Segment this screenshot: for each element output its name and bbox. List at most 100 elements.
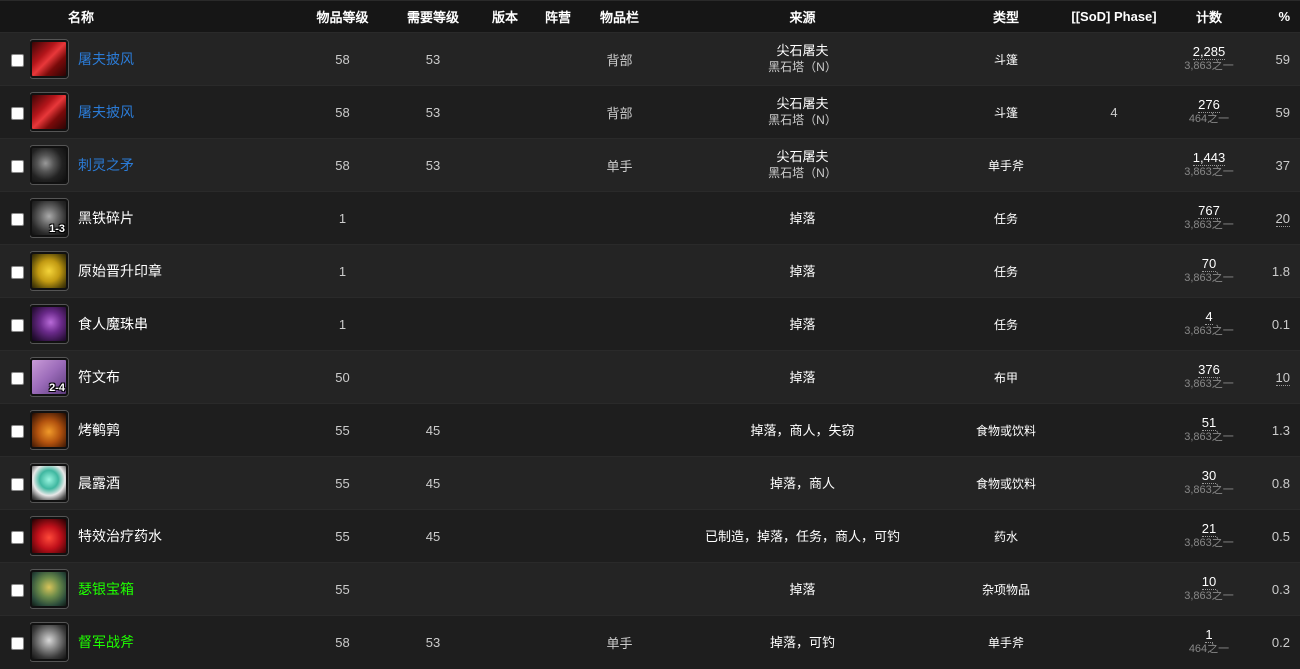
count-value: 4 xyxy=(1205,309,1213,325)
item-name-link[interactable]: 黑铁碎片 xyxy=(78,208,134,228)
name-cell: 屠夫披风 xyxy=(30,33,300,86)
header-percent[interactable]: % xyxy=(1249,1,1300,33)
req-level-cell: 53 xyxy=(425,157,441,173)
header-version[interactable]: 版本 xyxy=(481,1,529,33)
faction-cell xyxy=(529,457,587,510)
header-count[interactable]: 计数 xyxy=(1169,1,1249,33)
item-name-link[interactable]: 晨露酒 xyxy=(78,473,120,493)
count-value: 376 xyxy=(1198,362,1220,378)
header-item-level[interactable]: 物品等级 xyxy=(300,1,385,33)
source-cell: 尖石屠夫 黑石塔（N） xyxy=(652,33,953,86)
source-primary[interactable]: 尖石屠夫 xyxy=(652,95,953,112)
req-level-cell xyxy=(385,351,481,404)
row-checkbox[interactable] xyxy=(10,212,24,226)
iron-shard-icon[interactable]: 1-3 xyxy=(30,199,68,237)
phase-cell xyxy=(1059,192,1169,245)
table-row[interactable]: 屠夫披风 58 53 背部 尖石屠夫 黑石塔（N） 斗篷 2,285 3,863之一 59 xyxy=(0,32,1300,86)
cape-icon[interactable] xyxy=(30,40,68,78)
cape-icon[interactable] xyxy=(30,93,68,131)
table-row[interactable]: 督军战斧 58 53 单手 掉落，可钓 单手斧 1 464之一 0.2 xyxy=(0,615,1300,669)
source-primary[interactable]: 掉落 xyxy=(652,369,953,386)
source-primary[interactable]: 尖石屠夫 xyxy=(652,42,953,59)
seal-icon[interactable] xyxy=(30,252,68,290)
table-row[interactable]: 屠夫披风 58 53 背部 尖石屠夫 黑石塔（N） 斗篷 4 276 464之一 59 xyxy=(0,85,1300,139)
row-checkbox-cell xyxy=(0,192,30,245)
name-cell: 晨露酒 xyxy=(30,457,300,510)
row-checkbox[interactable] xyxy=(10,53,24,67)
header-source[interactable]: 来源 xyxy=(652,1,953,33)
item-name-link[interactable]: 食人魔珠串 xyxy=(78,314,148,334)
source-primary[interactable]: 掉落，商人，失窃 xyxy=(652,422,953,439)
source-cell: 掉落 xyxy=(652,245,953,298)
faction-cell xyxy=(529,139,587,192)
axe-icon[interactable] xyxy=(30,146,68,184)
row-checkbox[interactable] xyxy=(10,583,24,597)
percent-cell: 10 xyxy=(1249,351,1300,404)
req-level-cell: 45 xyxy=(425,528,441,544)
table-row[interactable]: 2-4 符文布 50 掉落 布甲 376 3,863之一 10 xyxy=(0,350,1300,404)
table-row[interactable]: 原始晋升印章 1 掉落 任务 70 3,863之一 1.8 xyxy=(0,244,1300,298)
source-primary[interactable]: 已制造，掉落，任务，商人，可钓 xyxy=(652,528,953,545)
item-name-link[interactable]: 特效治疗药水 xyxy=(78,526,162,546)
req-level-cell: 53 xyxy=(425,104,441,120)
row-checkbox[interactable] xyxy=(10,318,24,332)
cloth-icon[interactable]: 2-4 xyxy=(30,358,68,396)
table-row[interactable]: 刺灵之矛 58 53 单手 尖石屠夫 黑石塔（N） 单手斧 1,443 3,863之一 37 xyxy=(0,138,1300,192)
item-name-link[interactable]: 屠夫披风 xyxy=(78,49,134,69)
row-checkbox[interactable] xyxy=(10,530,24,544)
header-faction[interactable]: 阵营 xyxy=(529,1,587,33)
item-level-cell: 58 xyxy=(335,634,350,650)
source-primary[interactable]: 掉落 xyxy=(652,316,953,333)
item-name-link[interactable]: 烤鹌鹑 xyxy=(78,420,120,440)
source-cell: 掉落 xyxy=(652,351,953,404)
war-axe-icon[interactable] xyxy=(30,623,68,662)
bead-string-icon[interactable] xyxy=(30,305,68,343)
table-row[interactable]: 晨露酒 55 45 掉落，商人 食物或饮料 30 3,863之一 0.8 xyxy=(0,456,1300,510)
table-row[interactable]: 食人魔珠串 1 掉落 任务 4 3,863之一 0.1 xyxy=(0,297,1300,351)
table-row[interactable]: 瑟银宝箱 55 掉落 杂项物品 10 3,863之一 0.3 xyxy=(0,562,1300,616)
item-name-link[interactable]: 屠夫披风 xyxy=(78,102,134,122)
row-checkbox[interactable] xyxy=(10,636,24,650)
item-name-link[interactable]: 瑟银宝箱 xyxy=(78,579,134,599)
row-checkbox[interactable] xyxy=(10,371,24,385)
item-name-link[interactable]: 刺灵之矛 xyxy=(78,155,134,175)
source-zone[interactable]: 黑石塔（N） xyxy=(652,165,953,182)
count-cell: 2,285 3,863之一 xyxy=(1169,33,1249,86)
header-phase[interactable]: [[SoD] Phase] xyxy=(1059,1,1169,33)
percent-cell: 37 xyxy=(1249,139,1300,192)
row-checkbox[interactable] xyxy=(10,477,24,491)
percent-value: 0.5 xyxy=(1271,528,1290,544)
table-row[interactable]: 特效治疗药水 55 45 已制造，掉落，任务，商人，可钓 药水 21 3,863之一 0.5 xyxy=(0,509,1300,563)
row-checkbox[interactable] xyxy=(10,265,24,279)
source-primary[interactable]: 掉落 xyxy=(652,210,953,227)
header-req-level[interactable]: 需要等级 xyxy=(385,1,481,33)
item-name-link[interactable]: 督军战斧 xyxy=(78,632,134,652)
row-checkbox[interactable] xyxy=(10,424,24,438)
count-cell: 276 464之一 xyxy=(1169,86,1249,139)
potion-icon[interactable] xyxy=(30,517,68,555)
table-row[interactable]: 烤鹌鹑 55 45 掉落，商人，失窃 食物或饮料 51 3,863之一 1.3 xyxy=(0,403,1300,457)
row-checkbox[interactable] xyxy=(10,106,24,120)
source-primary[interactable]: 掉落 xyxy=(652,581,953,598)
source-zone[interactable]: 黑石塔（N） xyxy=(652,59,953,76)
roast-bird-icon[interactable] xyxy=(30,411,68,449)
chest-icon[interactable] xyxy=(30,570,68,608)
slot-cell xyxy=(587,510,652,563)
table-row[interactable]: 1-3 黑铁碎片 1 掉落 任务 767 3,863之一 20 xyxy=(0,191,1300,245)
source-primary[interactable]: 掉落，可钓 xyxy=(652,634,953,651)
header-slot[interactable]: 物品栏 xyxy=(587,1,652,33)
percent-cell: 0.2 xyxy=(1249,616,1300,669)
row-checkbox[interactable] xyxy=(10,159,24,173)
header-checkbox xyxy=(0,1,30,33)
header-name[interactable]: 名称 xyxy=(30,1,300,33)
wine-icon[interactable] xyxy=(30,464,68,502)
header-type[interactable]: 类型 xyxy=(953,1,1059,33)
percent-value: 1.3 xyxy=(1271,422,1290,438)
source-primary[interactable]: 掉落 xyxy=(652,263,953,280)
source-primary[interactable]: 尖石屠夫 xyxy=(652,148,953,165)
source-zone[interactable]: 黑石塔（N） xyxy=(652,112,953,129)
item-name-link[interactable]: 原始晋升印章 xyxy=(78,261,162,281)
item-name-link[interactable]: 符文布 xyxy=(78,367,120,387)
source-primary[interactable]: 掉落，商人 xyxy=(652,475,953,492)
count-total: 3,863之一 xyxy=(1184,325,1234,337)
